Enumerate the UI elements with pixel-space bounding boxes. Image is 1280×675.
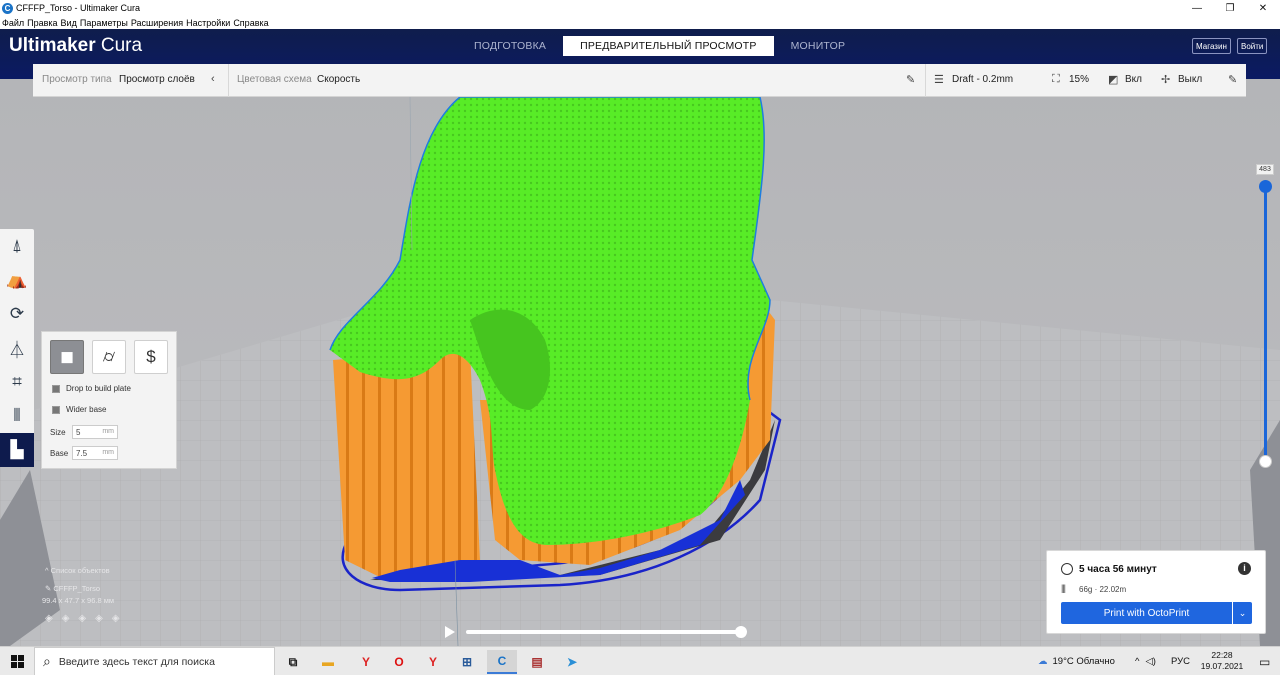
tab-preview[interactable]: ПРЕДВАРИТЕЛЬНЫЙ ПРОСМОТР — [563, 36, 774, 56]
file-explorer-icon[interactable]: ▬ — [313, 650, 343, 674]
support-icon: ◩ — [1108, 74, 1119, 86]
menu-settings[interactable]: Параметры — [80, 18, 128, 28]
minimize-button[interactable]: — — [1180, 0, 1214, 16]
clock-icon — [1061, 563, 1073, 575]
pencil-icon[interactable]: ✎ — [1228, 73, 1237, 86]
menu-extensions[interactable]: Расширения — [131, 18, 183, 28]
rotate-tool-icon[interactable]: ⟳ — [0, 297, 34, 331]
pencil-icon[interactable]: ✎ — [906, 73, 915, 86]
size-field: Size 5 mm — [50, 425, 118, 439]
archive-app-icon[interactable]: ▤ — [522, 650, 552, 674]
profile-icon: ☰ — [934, 74, 944, 86]
menu-edit[interactable]: Правка — [27, 18, 57, 28]
infill-icon: ⛶ — [1052, 73, 1060, 85]
material-usage: 66g · 22.02m — [1079, 585, 1127, 594]
taskbar-search-input[interactable]: ⌕ Введите здесь текст для поиска — [34, 647, 275, 675]
play-icon[interactable] — [445, 626, 455, 638]
divider — [925, 64, 926, 97]
left-toolbar: ⍋ ⛺ ⟳ ⏃ ⌗ ⦀ ▙ — [0, 229, 34, 467]
view-type-label: Просмотр типа — [42, 74, 112, 85]
object-list: ^ Список объектов ✎ CFFFP_Torso 99.4 x 4… — [42, 566, 128, 624]
print-summary-panel: 5 часа 56 минут i ||| 66g · 22.02m Print… — [1046, 550, 1266, 634]
telegram-icon[interactable]: ➤ — [557, 650, 587, 674]
divider — [228, 64, 229, 97]
weather-widget[interactable]: ☁ 19°C Облачно — [1038, 647, 1115, 675]
login-button[interactable]: Войти — [1237, 38, 1268, 54]
scale-tool-icon[interactable]: ⛺ — [0, 263, 34, 297]
per-model-settings-icon[interactable]: ⌗ — [0, 365, 34, 399]
mirror-tool-icon[interactable]: ⏃ — [0, 331, 34, 365]
language-indicator[interactable]: РУС — [1171, 647, 1190, 675]
simulation-slider-track[interactable] — [466, 630, 741, 634]
object-dimensions: 99.4 x 47.7 x 96.8 мм — [42, 596, 115, 605]
view-options-bar: Просмотр типа Просмотр слоёв ‹ Цветовая … — [33, 64, 1246, 97]
notifications-icon[interactable]: ▭ — [1259, 647, 1270, 675]
opera-icon[interactable]: O — [384, 650, 414, 674]
color-scheme-label: Цветовая схема — [237, 74, 312, 85]
network-app-icon[interactable]: ⊞ — [452, 650, 482, 674]
chevron-up-icon[interactable]: ^ — [1135, 656, 1139, 667]
menu-view[interactable]: Вид — [61, 18, 77, 28]
cloud-icon: ☁ — [1038, 656, 1048, 667]
dollar-icon[interactable]: $ — [134, 340, 168, 374]
marketplace-button[interactable]: Магазин — [1192, 38, 1231, 54]
color-scheme-dropdown[interactable]: Скорость — [317, 74, 360, 85]
cura-app-icon: C — [2, 2, 13, 14]
tab-prepare[interactable]: ПОДГОТОВКА — [457, 36, 563, 56]
menu-bar: Файл Правка Вид Параметры Расширения Нас… — [0, 16, 1280, 29]
cylinder-icon[interactable]: ⌭ — [92, 340, 126, 374]
layer-number[interactable]: 483 — [1256, 164, 1274, 175]
windows-taskbar: ⌕ Введите здесь текст для поиска ⧉ ▬ Y O… — [0, 646, 1280, 675]
view-type-dropdown[interactable]: Просмотр слоёв — [119, 74, 195, 85]
tray-icons[interactable]: ^ ◁) — [1135, 647, 1162, 675]
info-icon[interactable]: i — [1238, 562, 1251, 575]
support-value[interactable]: Вкл — [1125, 74, 1142, 85]
print-time: 5 часа 56 минут — [1079, 564, 1157, 575]
filament-icon: ||| — [1061, 583, 1066, 593]
support-blocker-icon[interactable]: ⦀ — [0, 399, 34, 433]
search-icon: ⌕ — [43, 653, 51, 669]
size-input[interactable]: 5 mm — [72, 425, 118, 439]
infill-value[interactable]: 15% — [1069, 74, 1089, 85]
menu-help[interactable]: Справка — [233, 18, 268, 28]
yandex-browser-icon[interactable]: Y — [351, 650, 381, 674]
menu-file[interactable]: Файл — [2, 18, 24, 28]
support-tool-icon[interactable]: ▙ — [0, 433, 34, 467]
speaker-icon[interactable]: ◁) — [1145, 656, 1155, 667]
window-title-bar: C CFFFP_Torso - Ultimaker Cura — ❐ ✕ — [0, 0, 1280, 16]
tab-monitor[interactable]: МОНИТОР — [774, 36, 863, 56]
yandex-icon[interactable]: Y — [418, 650, 448, 674]
adhesion-icon: ✢ — [1161, 74, 1171, 86]
drop-to-build-plate-checkbox[interactable]: Drop to build plate — [52, 384, 131, 393]
simulation-slider-handle[interactable] — [735, 626, 747, 638]
windows-start-icon[interactable] — [0, 647, 34, 675]
cura-taskbar-icon[interactable]: C — [487, 650, 517, 674]
window-title: CFFFP_Torso - Ultimaker Cura — [16, 3, 141, 13]
ultimaker-cura-logo: Ultimaker Cura — [9, 35, 143, 56]
object-list-header[interactable]: ^ Список объектов — [45, 566, 128, 575]
cube-icon[interactable]: ◼ — [50, 340, 84, 374]
task-view-icon[interactable]: ⧉ — [278, 650, 308, 674]
wider-base-checkbox[interactable]: Wider base — [52, 405, 106, 414]
layer-slider-track[interactable] — [1264, 186, 1267, 462]
maximize-button[interactable]: ❐ — [1213, 0, 1247, 16]
taskbar-clock[interactable]: 22:28 19.07.2021 — [1196, 650, 1248, 672]
stage-tabs: ПОДГОТОВКА ПРЕДВАРИТЕЛЬНЫЙ ПРОСМОТР МОНИ… — [457, 36, 862, 56]
layer-slider-top-handle[interactable] — [1259, 180, 1272, 193]
base-field: Base 7.5 mm — [50, 446, 118, 460]
layer-slider-bottom-handle[interactable] — [1259, 455, 1272, 468]
chevron-down-icon[interactable]: ⌄ — [1233, 602, 1252, 624]
object-name[interactable]: ✎ CFFFP_Torso — [45, 584, 128, 593]
print-with-octoprint-button[interactable]: Print with OctoPrint — [1061, 602, 1232, 624]
move-tool-icon[interactable]: ⍋ — [0, 229, 34, 263]
menu-preferences[interactable]: Настройки — [186, 18, 230, 28]
chevron-left-icon[interactable]: ‹ — [211, 73, 215, 85]
view-orientation-icons[interactable]: ◈◈◈◈◈ — [45, 613, 128, 624]
print-profile[interactable]: Draft - 0.2mm — [952, 74, 1013, 85]
close-button[interactable]: ✕ — [1246, 0, 1280, 16]
base-input[interactable]: 7.5 mm — [72, 446, 118, 460]
support-settings-panel: ◼ ⌭ $ Drop to build plate Wider base Siz… — [41, 331, 177, 469]
adhesion-value[interactable]: Выкл — [1178, 74, 1202, 85]
